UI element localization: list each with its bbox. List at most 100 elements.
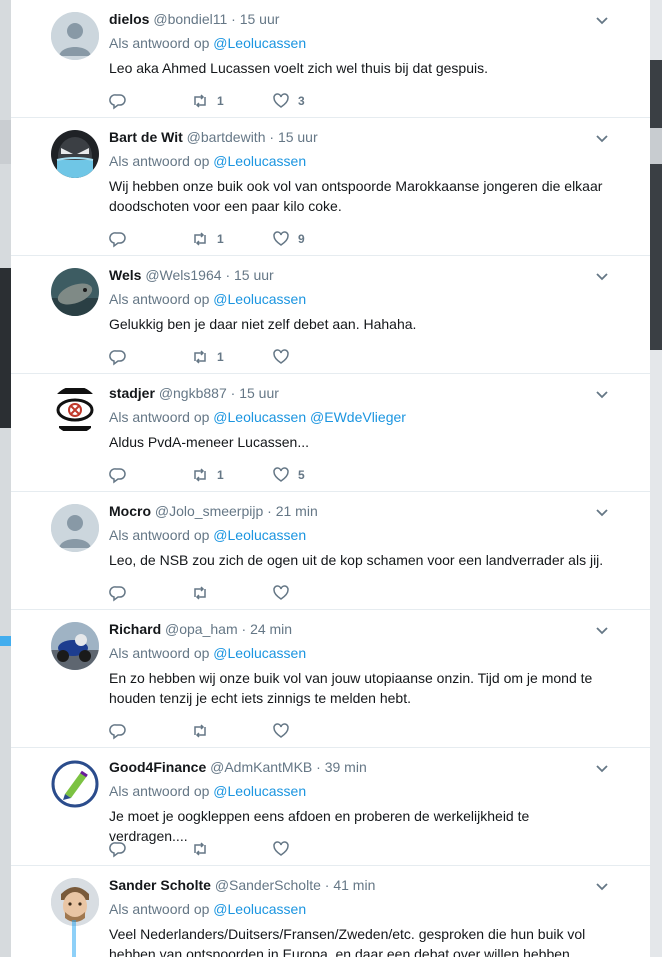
retweet-button[interactable] [191,721,217,741]
retweet-button[interactable]: 1 [191,91,224,111]
user-handle[interactable]: @AdmKantMKB [210,759,312,775]
reply-context: Als antwoord op @Leolucassen [109,900,306,918]
reply-button[interactable] [109,91,127,111]
background-page-left [0,0,11,957]
display-name[interactable]: stadjer [109,385,155,401]
retweet-icon [194,586,206,600]
like-button[interactable] [272,721,298,741]
display-name[interactable]: Mocro [109,503,151,519]
mention-link[interactable]: @Leolucassen [213,901,306,917]
tweet[interactable]: stadjer @ngkb887 · 15 uur Als antwoord o… [11,374,650,492]
heart-icon [273,467,289,482]
timestamp[interactable]: 15 uur [234,267,274,283]
chevron-down-icon[interactable] [594,622,610,638]
tweet-header: Wels @Wels1964 · 15 uur [109,266,610,284]
reply-button[interactable] [109,229,127,249]
retweet-icon [194,842,206,856]
timestamp[interactable]: 39 min [325,759,367,775]
chevron-down-icon[interactable] [594,12,610,28]
retweet-button[interactable]: 1 [191,229,224,249]
like-button[interactable] [272,839,298,859]
mention-link[interactable]: @Leolucassen [213,291,306,307]
avatar[interactable] [51,760,99,808]
reply-button[interactable] [109,839,127,859]
like-count: 9 [298,232,305,246]
mention-link[interactable]: @Leolucassen [213,153,306,169]
display-name[interactable]: Good4Finance [109,759,206,775]
user-handle[interactable]: @Jolo_smeerpijp [155,503,263,519]
display-name[interactable]: Sander Scholte [109,877,211,893]
tweet[interactable]: Mocro @Jolo_smeerpijp · 21 min Als antwo… [11,492,650,610]
tweet[interactable]: Sander Scholte @SanderScholte · 41 min A… [11,866,650,957]
timestamp[interactable]: 15 uur [239,385,279,401]
display-name[interactable]: dielos [109,11,149,27]
timestamp[interactable]: 15 uur [278,129,318,145]
mention-link[interactable]: @Leolucassen [213,783,306,799]
user-handle[interactable]: @ngkb887 [159,385,227,401]
like-button[interactable]: 3 [272,91,305,111]
user-handle[interactable]: @opa_ham [165,621,238,637]
retweet-count: 1 [217,232,224,246]
avatar[interactable] [51,12,99,60]
reply-button[interactable] [109,721,127,741]
tweet[interactable]: Good4Finance @AdmKantMKB · 39 min Als an… [11,748,650,866]
avatar[interactable] [51,622,99,670]
reply-button[interactable] [109,347,127,367]
timestamp[interactable]: 41 min [333,877,375,893]
tweet[interactable]: Richard @opa_ham · 24 min Als antwoord o… [11,610,650,748]
timestamp[interactable]: 21 min [276,503,318,519]
tweet-actions: 1 [109,347,409,367]
avatar[interactable] [51,878,99,926]
user-handle[interactable]: @SanderScholte [215,877,321,893]
retweet-button[interactable]: 1 [191,347,224,367]
chevron-down-icon[interactable] [594,386,610,402]
like-button[interactable]: 9 [272,229,305,249]
user-handle[interactable]: @Wels1964 [145,267,221,283]
background-link-fragment [0,636,11,646]
chevron-down-icon[interactable] [594,130,610,146]
reply-button[interactable] [109,583,127,603]
separator-dot: · [269,129,275,145]
retweet-button[interactable] [191,583,217,603]
timestamp[interactable]: 24 min [250,621,292,637]
user-handle[interactable]: @bondiel11 [153,11,227,27]
chevron-down-icon[interactable] [594,878,610,894]
retweet-button[interactable] [191,839,217,859]
tweet-header: Richard @opa_ham · 24 min [109,620,610,638]
tweet[interactable]: dielos @bondiel11 · 15 uur Als antwoord … [11,0,650,118]
tweet[interactable]: Bart de Wit @bartdewith · 15 uur Als ant… [11,118,650,256]
like-button[interactable] [272,347,298,367]
tweet-header: Good4Finance @AdmKantMKB · 39 min [109,758,610,776]
tweet-text: Leo, de NSB zou zich de ogen uit de kop … [109,552,604,568]
display-name[interactable]: Bart de Wit [109,129,183,145]
retweet-button[interactable]: 1 [191,465,224,485]
tweet-actions: 1 3 [109,91,409,111]
like-count: 3 [298,94,305,108]
mention-link[interactable]: @Leolucassen [213,35,306,51]
like-button[interactable]: 5 [272,465,305,485]
background-fragment [650,128,662,164]
mention-link[interactable]: @Leolucassen [213,409,306,425]
like-button[interactable] [272,583,298,603]
display-name[interactable]: Richard [109,621,161,637]
chevron-down-icon[interactable] [594,760,610,776]
thread-connector [72,920,76,957]
mention-link[interactable]: @EWdeVlieger [310,409,406,425]
mention-link[interactable]: @Leolucassen [213,527,306,543]
tweet[interactable]: Wels @Wels1964 · 15 uur Als antwoord op … [11,256,650,374]
user-handle[interactable]: @bartdewith [187,129,266,145]
avatar[interactable] [51,130,99,178]
chevron-down-icon[interactable] [594,504,610,520]
tweet-text: Leo aka Ahmed Lucassen voelt zich wel th… [109,60,489,76]
timestamp[interactable]: 15 uur [240,11,280,27]
avatar[interactable] [51,386,99,434]
tweet-text: Veel Nederlanders/Duitsers/Fransen/Zwede… [109,926,586,957]
tweet-actions [109,721,409,741]
chevron-down-icon[interactable] [594,268,610,284]
display-name[interactable]: Wels [109,267,141,283]
retweet-icon [194,94,206,108]
avatar[interactable] [51,504,99,552]
mention-link[interactable]: @Leolucassen [213,645,306,661]
reply-button[interactable] [109,465,127,485]
avatar[interactable] [51,268,99,316]
